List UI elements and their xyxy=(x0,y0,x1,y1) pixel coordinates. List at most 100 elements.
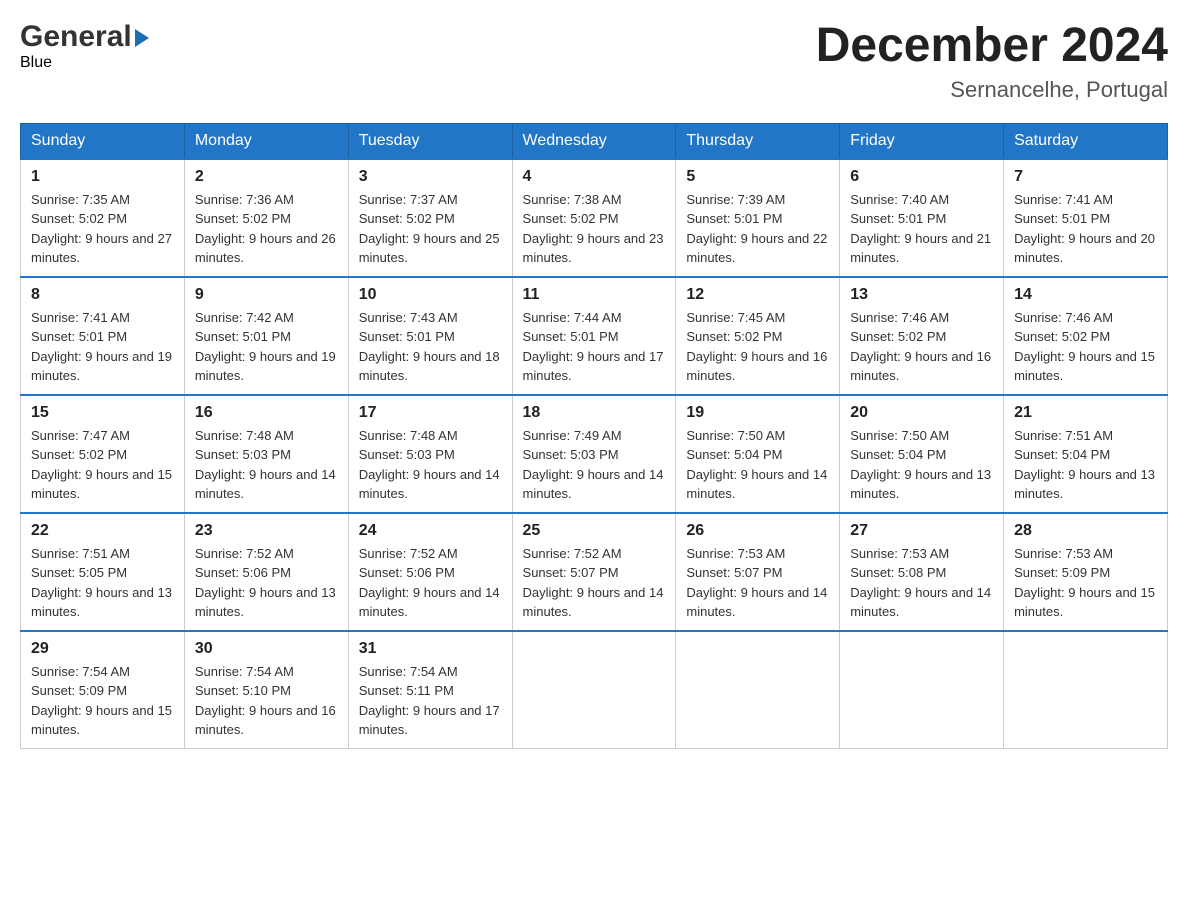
day-number: 23 xyxy=(195,522,338,540)
day-number: 20 xyxy=(850,404,993,422)
calendar-header-monday: Monday xyxy=(184,123,348,159)
calendar-cell: 23Sunrise: 7:52 AMSunset: 5:06 PMDayligh… xyxy=(184,513,348,631)
day-info: Sunrise: 7:47 AMSunset: 5:02 PMDaylight:… xyxy=(31,426,174,504)
day-info: Sunrise: 7:50 AMSunset: 5:04 PMDaylight:… xyxy=(850,426,993,504)
day-number: 26 xyxy=(686,522,829,540)
day-number: 21 xyxy=(1014,404,1157,422)
calendar-cell: 31Sunrise: 7:54 AMSunset: 5:11 PMDayligh… xyxy=(348,631,512,749)
calendar-header-friday: Friday xyxy=(840,123,1004,159)
calendar-cell: 6 Sunrise: 7:40 AMSunset: 5:01 PMDaylight… xyxy=(840,159,1004,277)
day-info: Sunrise: 7:53 AMSunset: 5:08 PMDaylight:… xyxy=(850,544,993,622)
day-number: 3 xyxy=(359,168,502,186)
calendar-week-row: 8 Sunrise: 7:41 AMSunset: 5:01 PMDaylight… xyxy=(21,277,1168,395)
day-number: 15 xyxy=(31,404,174,422)
calendar-cell: 15 Sunrise: 7:47 AMSunset: 5:02 PMDayligh… xyxy=(21,395,185,513)
calendar-cell: 25Sunrise: 7:52 AMSunset: 5:07 PMDayligh… xyxy=(512,513,676,631)
day-info: Sunrise: 7:46 AMSunset: 5:02 PMDaylight:… xyxy=(850,308,993,386)
calendar-cell: 24 Sunrise: 7:52 AMSunset: 5:06 PMDayligh… xyxy=(348,513,512,631)
day-info: Sunrise: 7:52 AMSunset: 5:07 PMDaylight:… xyxy=(523,544,666,622)
day-info: Sunrise: 7:43 AMSunset: 5:01 PMDaylight:… xyxy=(359,308,502,386)
day-info: Sunrise: 7:41 AMSunset: 5:01 PMDaylight:… xyxy=(1014,190,1157,268)
day-number: 5 xyxy=(686,168,829,186)
calendar-cell xyxy=(512,631,676,749)
day-info: Sunrise: 7:35 AMSunset: 5:02 PMDaylight:… xyxy=(31,190,174,268)
day-number: 24 xyxy=(359,522,502,540)
calendar-header-wednesday: Wednesday xyxy=(512,123,676,159)
day-number: 18 xyxy=(523,404,666,422)
calendar-cell: 27 Sunrise: 7:53 AMSunset: 5:08 PMDayligh… xyxy=(840,513,1004,631)
calendar-header-tuesday: Tuesday xyxy=(348,123,512,159)
calendar-cell xyxy=(1004,631,1168,749)
day-number: 12 xyxy=(686,286,829,304)
page-header: General Blue December 2024 Sernancelhe, … xyxy=(20,20,1168,103)
logo-blue-text: Blue xyxy=(20,54,52,71)
day-number: 27 xyxy=(850,522,993,540)
calendar-cell: 18 Sunrise: 7:49 AMSunset: 5:03 PMDayligh… xyxy=(512,395,676,513)
calendar-week-row: 29 Sunrise: 7:54 AMSunset: 5:09 PMDayligh… xyxy=(21,631,1168,749)
day-info: Sunrise: 7:44 AMSunset: 5:01 PMDaylight:… xyxy=(523,308,666,386)
day-number: 8 xyxy=(31,286,174,304)
day-info: Sunrise: 7:50 AMSunset: 5:04 PMDaylight:… xyxy=(686,426,829,504)
day-info: Sunrise: 7:52 AMSunset: 5:06 PMDaylight:… xyxy=(359,544,502,622)
calendar-cell: 19 Sunrise: 7:50 AMSunset: 5:04 PMDayligh… xyxy=(676,395,840,513)
day-number: 17 xyxy=(359,404,502,422)
calendar-cell: 26 Sunrise: 7:53 AMSunset: 5:07 PMDayligh… xyxy=(676,513,840,631)
day-info: Sunrise: 7:54 AMSunset: 5:09 PMDaylight:… xyxy=(31,662,174,740)
logo-arrow-icon xyxy=(135,29,149,47)
day-info: Sunrise: 7:36 AMSunset: 5:02 PMDaylight:… xyxy=(195,190,338,268)
calendar-header-row: SundayMondayTuesdayWednesdayThursdayFrid… xyxy=(21,123,1168,159)
calendar-header-saturday: Saturday xyxy=(1004,123,1168,159)
day-info: Sunrise: 7:53 AMSunset: 5:09 PMDaylight:… xyxy=(1014,544,1157,622)
day-info: Sunrise: 7:48 AMSunset: 5:03 PMDaylight:… xyxy=(195,426,338,504)
calendar-cell: 17 Sunrise: 7:48 AMSunset: 5:03 PMDayligh… xyxy=(348,395,512,513)
day-number: 19 xyxy=(686,404,829,422)
day-info: Sunrise: 7:49 AMSunset: 5:03 PMDaylight:… xyxy=(523,426,666,504)
day-info: Sunrise: 7:51 AMSunset: 5:05 PMDaylight:… xyxy=(31,544,174,622)
day-number: 29 xyxy=(31,640,174,658)
location-text: Sernancelhe, Portugal xyxy=(816,77,1168,103)
logo-general-text: General xyxy=(20,20,132,54)
day-info: Sunrise: 7:46 AMSunset: 5:02 PMDaylight:… xyxy=(1014,308,1157,386)
calendar-cell: 21Sunrise: 7:51 AMSunset: 5:04 PMDayligh… xyxy=(1004,395,1168,513)
calendar-header-thursday: Thursday xyxy=(676,123,840,159)
calendar-cell: 4Sunrise: 7:38 AMSunset: 5:02 PMDaylight… xyxy=(512,159,676,277)
day-info: Sunrise: 7:45 AMSunset: 5:02 PMDaylight:… xyxy=(686,308,829,386)
day-info: Sunrise: 7:54 AMSunset: 5:10 PMDaylight:… xyxy=(195,662,338,740)
day-info: Sunrise: 7:48 AMSunset: 5:03 PMDaylight:… xyxy=(359,426,502,504)
title-block: December 2024 Sernancelhe, Portugal xyxy=(816,20,1168,103)
day-number: 22 xyxy=(31,522,174,540)
calendar-cell: 8 Sunrise: 7:41 AMSunset: 5:01 PMDaylight… xyxy=(21,277,185,395)
day-info: Sunrise: 7:41 AMSunset: 5:01 PMDaylight:… xyxy=(31,308,174,386)
day-number: 9 xyxy=(195,286,338,304)
day-number: 31 xyxy=(359,640,502,658)
calendar-cell: 12 Sunrise: 7:45 AMSunset: 5:02 PMDayligh… xyxy=(676,277,840,395)
calendar-week-row: 15 Sunrise: 7:47 AMSunset: 5:02 PMDayligh… xyxy=(21,395,1168,513)
calendar-cell xyxy=(676,631,840,749)
calendar-cell: 7Sunrise: 7:41 AMSunset: 5:01 PMDaylight… xyxy=(1004,159,1168,277)
calendar-cell: 9 Sunrise: 7:42 AMSunset: 5:01 PMDaylight… xyxy=(184,277,348,395)
logo: General Blue xyxy=(20,20,149,72)
calendar-cell: 2 Sunrise: 7:36 AMSunset: 5:02 PMDaylight… xyxy=(184,159,348,277)
month-title: December 2024 xyxy=(816,20,1168,73)
calendar-week-row: 1Sunrise: 7:35 AMSunset: 5:02 PMDaylight… xyxy=(21,159,1168,277)
day-number: 10 xyxy=(359,286,502,304)
day-number: 28 xyxy=(1014,522,1157,540)
day-info: Sunrise: 7:39 AMSunset: 5:01 PMDaylight:… xyxy=(686,190,829,268)
calendar-cell: 11Sunrise: 7:44 AMSunset: 5:01 PMDayligh… xyxy=(512,277,676,395)
calendar-header-sunday: Sunday xyxy=(21,123,185,159)
day-info: Sunrise: 7:42 AMSunset: 5:01 PMDaylight:… xyxy=(195,308,338,386)
calendar-cell: 14Sunrise: 7:46 AMSunset: 5:02 PMDayligh… xyxy=(1004,277,1168,395)
day-number: 2 xyxy=(195,168,338,186)
day-number: 6 xyxy=(850,168,993,186)
calendar-week-row: 22 Sunrise: 7:51 AMSunset: 5:05 PMDayligh… xyxy=(21,513,1168,631)
calendar-cell xyxy=(840,631,1004,749)
day-number: 30 xyxy=(195,640,338,658)
day-info: Sunrise: 7:53 AMSunset: 5:07 PMDaylight:… xyxy=(686,544,829,622)
day-number: 4 xyxy=(523,168,666,186)
calendar-cell: 5 Sunrise: 7:39 AMSunset: 5:01 PMDaylight… xyxy=(676,159,840,277)
calendar-cell: 22 Sunrise: 7:51 AMSunset: 5:05 PMDayligh… xyxy=(21,513,185,631)
day-info: Sunrise: 7:40 AMSunset: 5:01 PMDaylight:… xyxy=(850,190,993,268)
day-number: 13 xyxy=(850,286,993,304)
calendar-cell: 3Sunrise: 7:37 AMSunset: 5:02 PMDaylight… xyxy=(348,159,512,277)
calendar-cell: 20 Sunrise: 7:50 AMSunset: 5:04 PMDayligh… xyxy=(840,395,1004,513)
